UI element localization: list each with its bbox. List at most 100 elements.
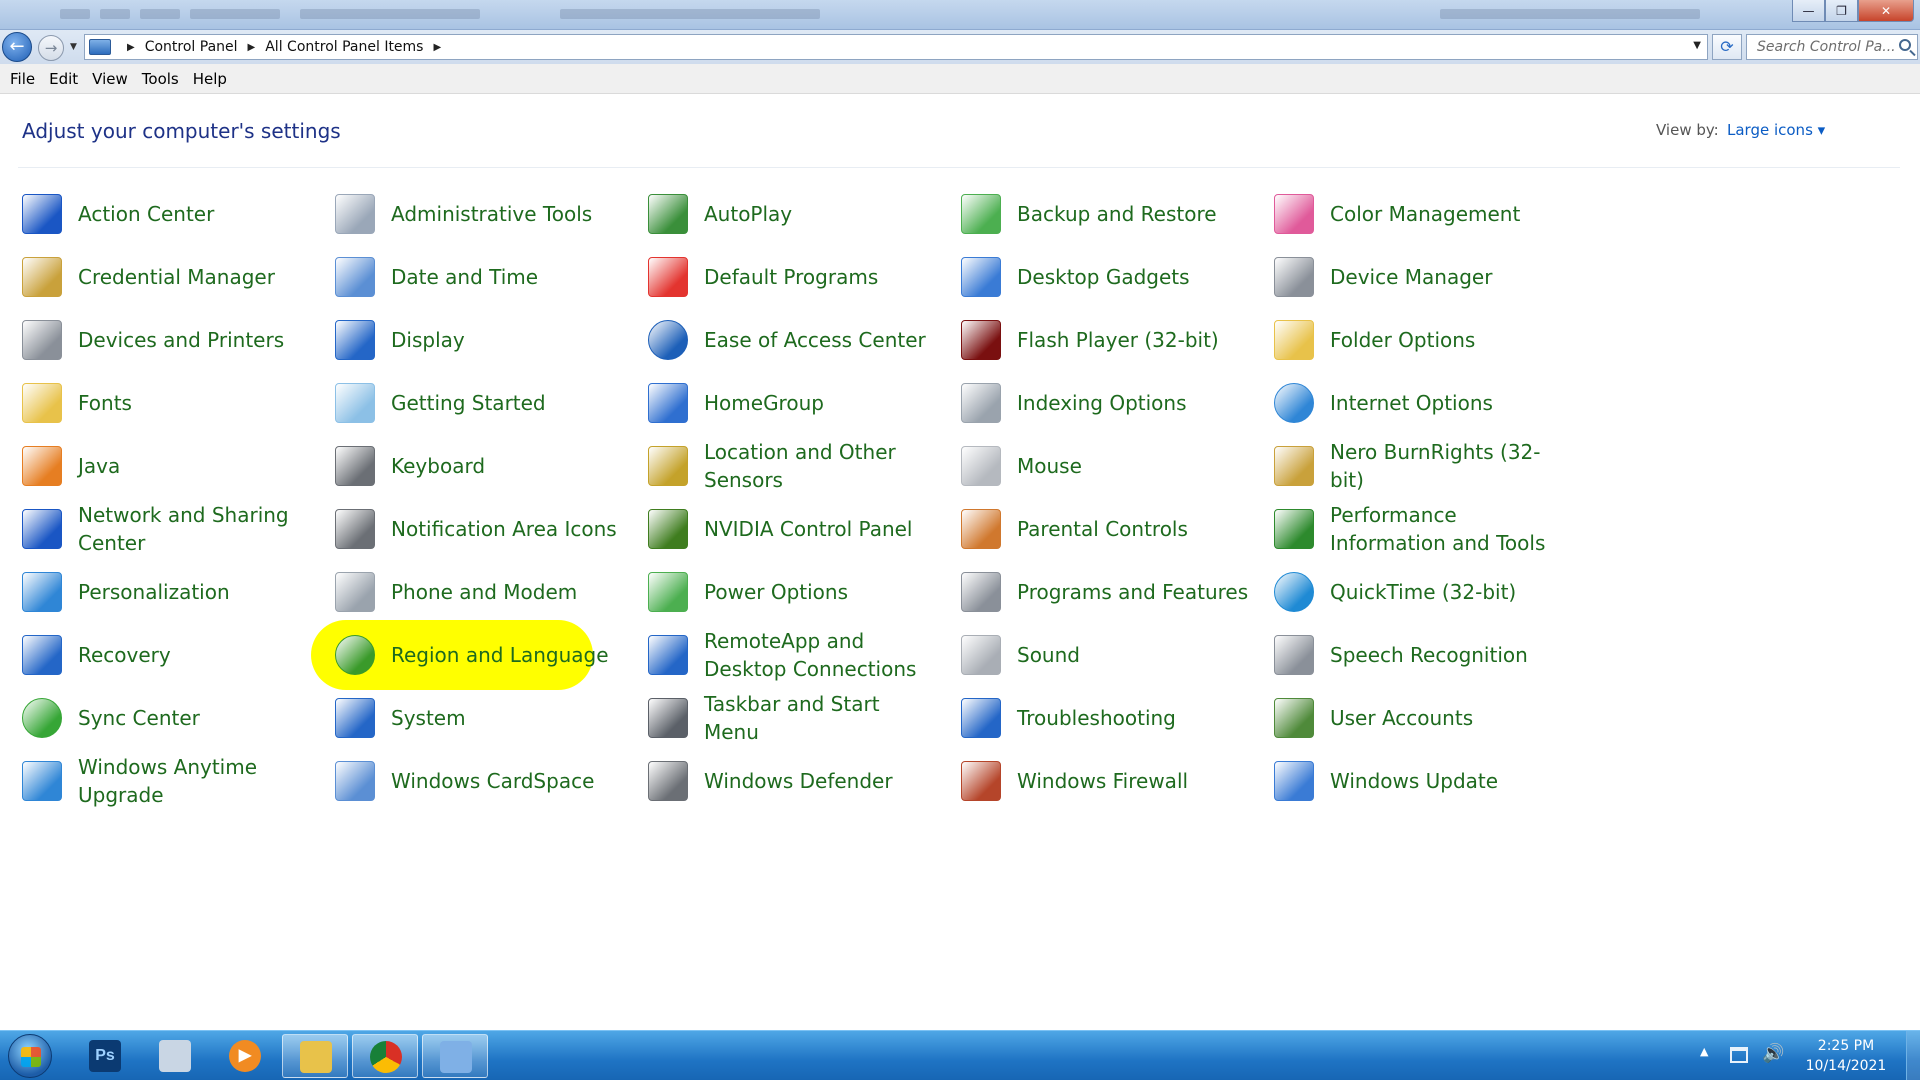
- item-label[interactable]: Color Management: [1330, 200, 1520, 228]
- control-panel-item[interactable]: RemoteApp and Desktop Connections: [626, 625, 936, 685]
- control-panel-item[interactable]: Default Programs: [626, 247, 936, 307]
- network-icon[interactable]: [1730, 1047, 1748, 1063]
- control-panel-item[interactable]: System: [313, 688, 623, 748]
- forward-button[interactable]: →: [38, 35, 64, 61]
- control-panel-item[interactable]: NVIDIA Control Panel: [626, 499, 936, 559]
- control-panel-item[interactable]: Devices and Printers: [0, 310, 310, 370]
- clock[interactable]: 2:25 PM 10/14/2021: [1796, 1036, 1896, 1076]
- maximize-button[interactable]: ❐: [1825, 0, 1858, 22]
- item-label[interactable]: Nero BurnRights (32-bit): [1330, 438, 1562, 494]
- control-panel-item[interactable]: Date and Time: [313, 247, 623, 307]
- taskbar-app-snipping[interactable]: [142, 1034, 208, 1078]
- menu-help[interactable]: Help: [187, 67, 233, 91]
- control-panel-item[interactable]: Windows Firewall: [939, 751, 1249, 811]
- item-label[interactable]: Credential Manager: [78, 263, 275, 291]
- breadcrumb-control-panel[interactable]: Control Panel: [145, 39, 238, 55]
- item-label[interactable]: Getting Started: [391, 389, 546, 417]
- item-label[interactable]: Location and Other Sensors: [704, 438, 936, 494]
- item-label[interactable]: Performance Information and Tools: [1330, 501, 1562, 557]
- item-label[interactable]: User Accounts: [1330, 704, 1473, 732]
- item-label[interactable]: Windows Anytime Upgrade: [78, 753, 310, 809]
- item-label[interactable]: Internet Options: [1330, 389, 1493, 417]
- control-panel-item[interactable]: Windows Anytime Upgrade: [0, 751, 310, 811]
- control-panel-item[interactable]: Parental Controls: [939, 499, 1249, 559]
- item-label[interactable]: QuickTime (32-bit): [1330, 578, 1516, 606]
- control-panel-item[interactable]: QuickTime (32-bit): [1252, 562, 1562, 622]
- item-label[interactable]: Administrative Tools: [391, 200, 592, 228]
- item-label[interactable]: Device Manager: [1330, 263, 1492, 291]
- control-panel-item[interactable]: Backup and Restore: [939, 184, 1249, 244]
- item-label[interactable]: System: [391, 704, 466, 732]
- item-label[interactable]: Windows CardSpace: [391, 767, 594, 795]
- item-label[interactable]: Indexing Options: [1017, 389, 1187, 417]
- control-panel-item[interactable]: Fonts: [0, 373, 310, 433]
- item-label[interactable]: Flash Player (32-bit): [1017, 326, 1219, 354]
- item-label[interactable]: HomeGroup: [704, 389, 824, 417]
- item-label[interactable]: Troubleshooting: [1017, 704, 1176, 732]
- item-label[interactable]: Parental Controls: [1017, 515, 1188, 543]
- item-label[interactable]: Desktop Gadgets: [1017, 263, 1190, 291]
- show-hidden-icons-icon[interactable]: ▲: [1700, 1045, 1708, 1058]
- control-panel-item[interactable]: Ease of Access Center: [626, 310, 936, 370]
- item-label[interactable]: Mouse: [1017, 452, 1082, 480]
- control-panel-item[interactable]: Administrative Tools: [313, 184, 623, 244]
- item-label[interactable]: Backup and Restore: [1017, 200, 1217, 228]
- taskbar-app-control-panel[interactable]: [422, 1034, 488, 1078]
- item-label[interactable]: Folder Options: [1330, 326, 1475, 354]
- control-panel-item[interactable]: Getting Started: [313, 373, 623, 433]
- menu-tools[interactable]: Tools: [136, 67, 185, 91]
- show-desktop-button[interactable]: [1906, 1031, 1920, 1080]
- chevron-right-icon[interactable]: ▶: [127, 42, 135, 53]
- control-panel-item[interactable]: Color Management: [1252, 184, 1562, 244]
- chevron-right-icon[interactable]: ▶: [248, 42, 256, 53]
- control-panel-item[interactable]: Mouse: [939, 436, 1249, 496]
- control-panel-item[interactable]: Personalization: [0, 562, 310, 622]
- search-icon[interactable]: [1899, 39, 1911, 51]
- breadcrumb-all-items[interactable]: All Control Panel Items: [265, 39, 423, 55]
- control-panel-item[interactable]: Device Manager: [1252, 247, 1562, 307]
- item-label[interactable]: Windows Firewall: [1017, 767, 1188, 795]
- item-label[interactable]: Phone and Modem: [391, 578, 577, 606]
- item-label[interactable]: Sound: [1017, 641, 1080, 669]
- item-label[interactable]: Devices and Printers: [78, 326, 284, 354]
- item-label[interactable]: Ease of Access Center: [704, 326, 926, 354]
- control-panel-item[interactable]: Sound: [939, 625, 1249, 685]
- control-panel-item[interactable]: AutoPlay: [626, 184, 936, 244]
- address-dropdown-icon[interactable]: ▼: [1693, 40, 1701, 51]
- control-panel-item[interactable]: Windows CardSpace: [313, 751, 623, 811]
- taskbar-app-photoshop[interactable]: Ps: [72, 1034, 138, 1078]
- control-panel-item[interactable]: Region and Language: [311, 620, 623, 690]
- control-panel-item[interactable]: Windows Update: [1252, 751, 1562, 811]
- control-panel-item[interactable]: Power Options: [626, 562, 936, 622]
- item-label[interactable]: Fonts: [78, 389, 132, 417]
- menu-view[interactable]: View: [86, 67, 134, 91]
- control-panel-item[interactable]: Speech Recognition: [1252, 625, 1562, 685]
- search-input[interactable]: Search Control Pa...: [1746, 34, 1918, 60]
- control-panel-item[interactable]: Java: [0, 436, 310, 496]
- address-bar[interactable]: ▶ Control Panel ▶ All Control Panel Item…: [84, 34, 1708, 60]
- control-panel-item[interactable]: Phone and Modem: [313, 562, 623, 622]
- control-panel-item[interactable]: Keyboard: [313, 436, 623, 496]
- volume-icon[interactable]: 🔊: [1762, 1043, 1784, 1064]
- control-panel-item[interactable]: Desktop Gadgets: [939, 247, 1249, 307]
- control-panel-item[interactable]: Indexing Options: [939, 373, 1249, 433]
- item-label[interactable]: Speech Recognition: [1330, 641, 1528, 669]
- control-panel-item[interactable]: Recovery: [0, 625, 310, 685]
- minimize-button[interactable]: —: [1792, 0, 1825, 22]
- item-label[interactable]: Network and Sharing Center: [78, 501, 310, 557]
- chevron-right-icon[interactable]: ▶: [433, 42, 441, 53]
- taskbar-app-media-player[interactable]: ▶: [212, 1034, 278, 1078]
- item-label[interactable]: Default Programs: [704, 263, 878, 291]
- control-panel-item[interactable]: Nero BurnRights (32-bit): [1252, 436, 1562, 496]
- taskbar-app-chrome[interactable]: [352, 1034, 418, 1078]
- item-label[interactable]: Region and Language: [391, 641, 609, 669]
- item-label[interactable]: Recovery: [78, 641, 171, 669]
- recent-pages-dropdown[interactable]: ▼: [70, 42, 77, 52]
- control-panel-item[interactable]: Credential Manager: [0, 247, 310, 307]
- item-label[interactable]: Sync Center: [78, 704, 200, 732]
- control-panel-item[interactable]: Windows Defender: [626, 751, 936, 811]
- item-label[interactable]: Java: [78, 452, 120, 480]
- item-label[interactable]: Action Center: [78, 200, 214, 228]
- item-label[interactable]: AutoPlay: [704, 200, 792, 228]
- item-label[interactable]: Programs and Features: [1017, 578, 1248, 606]
